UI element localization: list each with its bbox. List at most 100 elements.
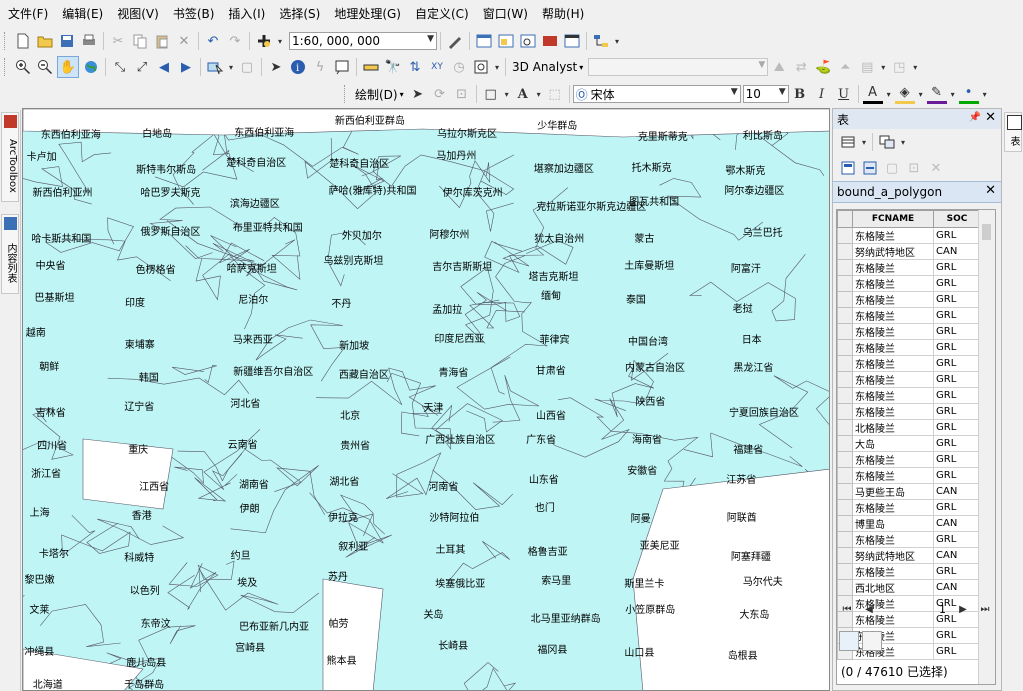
cell-fcname[interactable]: 大岛	[852, 435, 934, 452]
search-window-icon[interactable]	[518, 31, 538, 51]
3d-tool-3-icon[interactable]: ⛳	[813, 57, 833, 77]
paste-icon[interactable]	[152, 31, 172, 51]
cell-fcname[interactable]: 东格陵兰	[852, 451, 934, 468]
font-color-button[interactable]: A	[862, 85, 883, 104]
row-selector[interactable]	[837, 435, 853, 452]
table-row[interactable]: 东格陵兰GRL	[837, 403, 981, 420]
show-all-records-icon[interactable]	[839, 631, 859, 651]
3d-tool-2-icon[interactable]: ⇄	[791, 57, 811, 77]
table-row[interactable]: 东格陵兰GRL	[837, 467, 981, 484]
cell-fcname[interactable]: 东格陵兰	[852, 387, 934, 404]
close-icon[interactable]: ✕	[985, 110, 996, 125]
edit-vertices-icon[interactable]: ⬚	[545, 84, 565, 104]
cell-fcname[interactable]: 东格陵兰	[852, 499, 934, 516]
tab-table-of-contents[interactable]: 内容列表	[1, 214, 19, 294]
cut-icon[interactable]: ✂	[108, 31, 128, 51]
row-selector[interactable]	[837, 227, 853, 244]
table-row[interactable]: 东格陵兰GRL	[837, 563, 981, 580]
row-selector[interactable]	[837, 243, 853, 260]
cell-soc[interactable]: CAN	[933, 547, 981, 564]
table-row[interactable]: 东格陵兰GRL	[837, 499, 981, 516]
menu-selection[interactable]: 选择(S)	[273, 3, 326, 25]
cell-fcname[interactable]: 东格陵兰	[852, 531, 934, 548]
rotate-icon[interactable]: ⟳	[430, 84, 450, 104]
chevron-down-icon[interactable]: ▾	[879, 57, 887, 77]
show-selected-records-icon[interactable]	[862, 631, 882, 651]
table-row[interactable]: 东格陵兰GRL	[837, 355, 981, 372]
cell-soc[interactable]: GRL	[933, 259, 981, 276]
select-elements-arrow-icon[interactable]: ➤	[266, 57, 286, 77]
table-row[interactable]: 东格陵兰GRL	[837, 227, 981, 244]
cell-soc[interactable]: GRL	[933, 419, 981, 436]
forward-extent-icon[interactable]: ▶	[176, 57, 196, 77]
save-icon[interactable]	[57, 31, 77, 51]
text-tool-icon[interactable]: A	[513, 84, 533, 104]
row-selector[interactable]	[837, 355, 853, 372]
clear-selection-icon[interactable]: ▢	[237, 57, 257, 77]
cell-soc[interactable]: CAN	[933, 515, 981, 532]
close-icon[interactable]: ✕	[985, 183, 996, 198]
select-by-attributes-icon[interactable]	[838, 158, 858, 178]
arctoolbox-icon[interactable]	[540, 31, 560, 51]
table-row[interactable]: 东格陵兰GRL	[837, 531, 981, 548]
fill-color-icon[interactable]: ◈	[894, 85, 915, 104]
3d-view-icon[interactable]: ◳	[889, 57, 909, 77]
next-record-icon[interactable]: ▶	[953, 599, 973, 619]
row-selector[interactable]	[837, 371, 853, 388]
chevron-down-icon[interactable]: ▾	[613, 31, 621, 51]
cell-soc[interactable]: CAN	[933, 243, 981, 260]
chevron-down-icon[interactable]: ▾	[227, 57, 235, 77]
table-row[interactable]: 东格陵兰GRL	[837, 291, 981, 308]
cell-fcname[interactable]: 东格陵兰	[852, 259, 934, 276]
zoom-to-selected-icon[interactable]: ⊡	[904, 158, 924, 178]
clear-selection-icon[interactable]: ▢	[882, 158, 902, 178]
underline-button[interactable]: U	[834, 84, 854, 104]
find-binoculars-icon[interactable]: 🔭	[383, 57, 403, 77]
fixed-zoom-out-icon[interactable]: ⤢	[132, 57, 152, 77]
cell-fcname[interactable]: 东格陵兰	[852, 403, 934, 420]
cell-soc[interactable]: GRL	[933, 291, 981, 308]
cell-fcname[interactable]: 努纳武特地区	[852, 547, 934, 564]
cell-fcname[interactable]: 博里岛	[852, 515, 934, 532]
table-row[interactable]: 马更些王岛 CAN	[837, 483, 981, 500]
table-row[interactable]: 东格陵兰GRL	[837, 275, 981, 292]
cell-fcname[interactable]: 东格陵兰	[852, 563, 934, 580]
related-tables-icon[interactable]	[877, 132, 897, 152]
cell-fcname[interactable]: 东格陵兰	[852, 227, 934, 244]
first-record-icon[interactable]: ⏮	[837, 599, 857, 619]
table-row[interactable]: 东格陵兰GRL	[837, 339, 981, 356]
menu-help[interactable]: 帮助(H)	[536, 3, 590, 25]
cell-soc[interactable]: GRL	[933, 627, 981, 644]
table-row[interactable]: 东格陵兰GRL	[837, 371, 981, 388]
cell-fcname[interactable]: 东格陵兰	[852, 355, 934, 372]
cell-soc[interactable]: CAN	[933, 483, 981, 500]
table-row[interactable]: 大岛 GRL	[837, 435, 981, 452]
cell-fcname[interactable]: 东格陵兰	[852, 291, 934, 308]
row-selector[interactable]	[837, 515, 853, 532]
row-selector[interactable]	[837, 451, 853, 468]
table-options-icon[interactable]	[838, 132, 858, 152]
measure-icon[interactable]	[361, 57, 381, 77]
python-window-icon[interactable]	[562, 31, 582, 51]
cell-fcname[interactable]: 北格陵兰	[852, 419, 934, 436]
select-features-icon[interactable]	[205, 57, 225, 77]
pin-icon[interactable]: 📌	[969, 112, 981, 123]
table-row[interactable]: 努纳武特地区 CAN	[837, 243, 981, 260]
chevron-down-icon[interactable]: ▾	[860, 132, 868, 152]
select-arrow-icon[interactable]: ➤	[408, 84, 428, 104]
draw-menu[interactable]: 绘制(D) ▾	[352, 84, 407, 104]
line-color-icon[interactable]: ✎	[926, 85, 947, 104]
cell-soc[interactable]: GRL	[933, 403, 981, 420]
cell-soc[interactable]: GRL	[933, 451, 981, 468]
cell-soc[interactable]: GRL	[933, 643, 981, 660]
row-selector[interactable]	[837, 531, 853, 548]
row-selector[interactable]	[837, 579, 853, 596]
table-row[interactable]: 东格陵兰GRL	[837, 451, 981, 468]
cell-soc[interactable]: GRL	[933, 435, 981, 452]
back-extent-icon[interactable]: ◀	[154, 57, 174, 77]
table-row[interactable]: 东格陵兰GRL	[837, 307, 981, 324]
toolbar-grip[interactable]	[344, 85, 349, 103]
editor-toolbar-icon[interactable]	[445, 31, 465, 51]
open-folder-icon[interactable]	[35, 31, 55, 51]
switch-selection-icon[interactable]	[860, 158, 880, 178]
